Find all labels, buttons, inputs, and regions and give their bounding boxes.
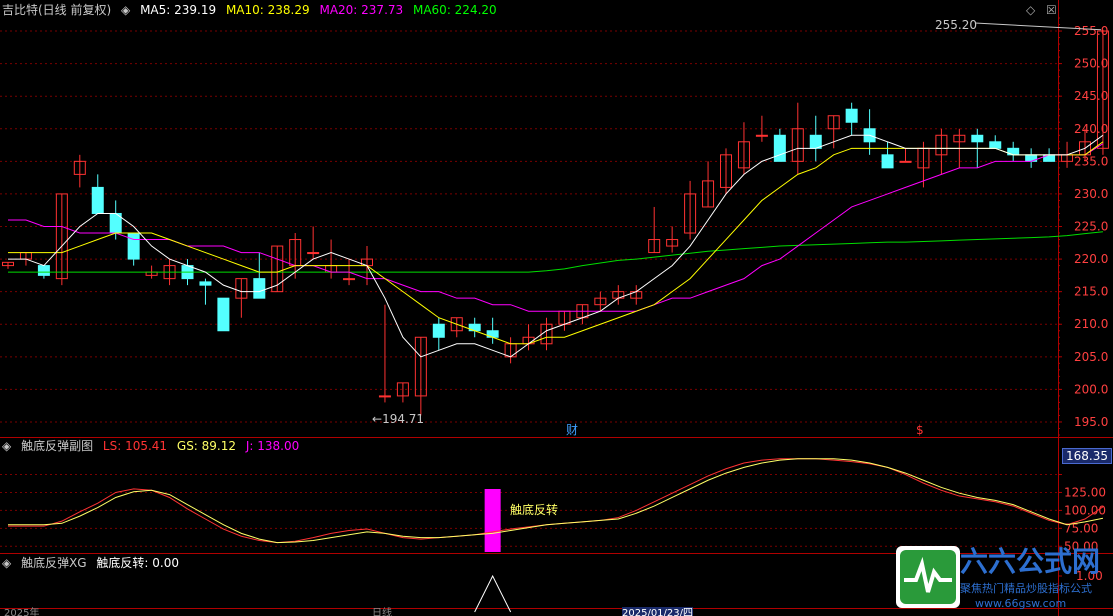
ma5-line bbox=[8, 134, 1104, 358]
low-price-label: ←194.71 bbox=[372, 412, 425, 426]
price-tick-label: 210.0 bbox=[1074, 317, 1108, 331]
j-label: J: 138.00 bbox=[245, 439, 300, 453]
ma60-label: MA60: 224.20 bbox=[412, 3, 497, 17]
candle-body bbox=[127, 232, 140, 260]
third-panel-header: ◈ 触底反弹XG 触底反转: 0.00 bbox=[2, 556, 185, 570]
candle-body bbox=[37, 265, 50, 276]
candle-body bbox=[91, 186, 104, 214]
price-tick-label: 225.0 bbox=[1074, 220, 1108, 234]
ma-collapse-icon[interactable]: ◈ bbox=[121, 3, 130, 17]
price-tick-label: 215.0 bbox=[1074, 285, 1108, 299]
ls-line bbox=[8, 458, 1104, 544]
candle-body bbox=[253, 278, 266, 299]
candle-body bbox=[199, 281, 212, 286]
sub-tick-label: 100.00 bbox=[1064, 503, 1106, 517]
dividend-marker[interactable]: $ bbox=[916, 423, 924, 437]
current-value-badge: 168.35 bbox=[1062, 448, 1112, 464]
bottom-year-label: 2025年 bbox=[4, 608, 40, 616]
watermark-logo bbox=[896, 546, 960, 608]
high-price-label: 255.20 bbox=[935, 18, 977, 32]
ma20-label: MA20: 237.73 bbox=[319, 3, 404, 17]
watermark-brand: 六六公式网 bbox=[960, 545, 1101, 578]
sub-panel-header: ◈ 触底反弹副图 LS: 105.41 GS: 89.12 J: 138.00 bbox=[2, 439, 305, 453]
candle-body bbox=[809, 134, 822, 149]
sub-tick-label: 75.00 bbox=[1064, 521, 1098, 535]
candle-body bbox=[773, 134, 786, 162]
bottom-date-label: 2025/01/23/四 bbox=[622, 607, 694, 616]
chart-canvas[interactable]: 195.0 200.0 205.0 210.0 215.0 220.0 225.0 230.0… bbox=[0, 0, 1113, 616]
signal-spike-line bbox=[474, 574, 512, 613]
financial-report-marker[interactable]: 财 bbox=[566, 423, 578, 437]
ls-label: LS: 105.41 bbox=[102, 439, 168, 453]
candle-body bbox=[881, 154, 894, 169]
gs-line bbox=[8, 458, 1104, 544]
sub-tick-label: 125.00 bbox=[1064, 485, 1106, 499]
price-tick-label: 230.0 bbox=[1074, 187, 1108, 201]
signal-label: 触底反转 bbox=[510, 503, 559, 517]
sub-panel-title: 触底反弹副图 bbox=[21, 439, 94, 453]
watermark-url: www.66gsw.com bbox=[975, 597, 1067, 610]
price-tick-label: 195.0 bbox=[1074, 415, 1108, 429]
sub-collapse-icon[interactable]: ◈ bbox=[2, 439, 11, 453]
candle-body bbox=[989, 141, 1002, 149]
stock-title: 吉比特(日线 前复权) bbox=[2, 3, 112, 17]
third-collapse-icon[interactable]: ◈ bbox=[2, 556, 11, 570]
candle-body bbox=[971, 134, 984, 143]
price-tick-label: 235.0 bbox=[1074, 154, 1108, 168]
expand-icon[interactable]: ☒ bbox=[1046, 3, 1057, 17]
candle-body bbox=[307, 252, 320, 255]
third-value-label: 触底反转: 0.00 bbox=[96, 556, 179, 570]
candle-body bbox=[899, 160, 912, 163]
ma20-line bbox=[8, 143, 1104, 312]
price-tick-label: 205.0 bbox=[1074, 350, 1108, 364]
signal-bar bbox=[484, 489, 501, 552]
main-panel-header: 吉比特(日线 前复权) ◈ MA5: 239.19 MA10: 238.29 M… bbox=[2, 3, 503, 17]
gs-label: GS: 89.12 bbox=[176, 439, 237, 453]
candle-body bbox=[217, 297, 230, 332]
third-panel-title: 触底反弹XG bbox=[21, 556, 87, 570]
watermark-tagline: 聚焦热门精品炒股指标公式 bbox=[960, 582, 1092, 595]
candle-body bbox=[343, 278, 356, 281]
candle-body bbox=[378, 395, 391, 398]
ma10-label: MA10: 238.29 bbox=[225, 3, 310, 17]
candle-body bbox=[845, 108, 858, 123]
price-tick-label: 200.0 bbox=[1074, 382, 1108, 396]
ma10-line bbox=[8, 141, 1104, 345]
price-tick-label: 220.0 bbox=[1074, 252, 1108, 266]
diamond-icon[interactable]: ◇ bbox=[1026, 3, 1035, 17]
ma5-label: MA5: 239.19 bbox=[140, 3, 217, 17]
bottom-period-label: 日线 bbox=[372, 608, 392, 616]
candle-body bbox=[755, 134, 768, 137]
candle-body bbox=[432, 323, 445, 338]
